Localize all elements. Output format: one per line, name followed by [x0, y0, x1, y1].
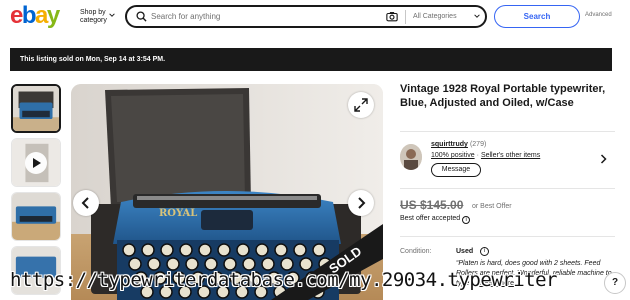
logo-letter: b	[21, 2, 37, 29]
thumb-typewriter-front[interactable]	[11, 84, 61, 133]
seller-other-items-link[interactable]: Seller's other items	[481, 152, 540, 159]
sold-banner: This listing sold on Mon, Sep 14 at 3:54…	[10, 48, 612, 71]
info-icon[interactable]: i	[480, 247, 489, 256]
condition-value: Used	[456, 248, 474, 255]
best-offer-accepted: Best offer accepted i	[400, 214, 471, 224]
seller-info: squirttrudy (279)	[431, 140, 486, 149]
separator-dot: ·	[476, 152, 479, 159]
typewriter-side-thumbnail-image	[12, 193, 60, 240]
message-seller-button[interactable]: Message	[431, 163, 481, 177]
logo-letter: y	[46, 2, 60, 29]
advanced-search-link[interactable]: Advanced	[585, 12, 612, 18]
logo-letter: e	[10, 2, 23, 29]
shop-by-category-label: Shop by category	[80, 9, 107, 24]
chevron-left-icon	[81, 197, 89, 209]
divider	[400, 131, 615, 132]
item-title: Vintage 1928 Royal Portable typewriter, …	[400, 83, 606, 109]
seller-avatar[interactable]	[400, 144, 422, 170]
previous-image-button[interactable]	[73, 190, 99, 216]
seller-name-link[interactable]: squirttrudy	[431, 141, 468, 148]
seller-feedback-count: (279)	[469, 141, 487, 148]
search-icon	[136, 11, 147, 22]
search-bar[interactable]: Search for anything All Categories	[125, 5, 487, 28]
camera-icon[interactable]	[386, 11, 398, 22]
thumb-typewriter-side[interactable]	[11, 192, 61, 241]
ebay-logo[interactable]: ebay	[10, 2, 60, 29]
logo-letter: a	[35, 2, 48, 29]
info-icon[interactable]: i	[462, 216, 471, 224]
chevron-down-icon	[109, 13, 115, 17]
expand-icon	[354, 98, 368, 112]
condition-label: Condition:	[400, 248, 432, 255]
category-select[interactable]: All Categories	[413, 12, 457, 21]
header: ebay Shop by category Search for anythin…	[0, 0, 630, 36]
play-icon	[25, 152, 47, 174]
chevron-right-icon	[358, 197, 366, 209]
positive-feedback-link[interactable]: 100% positive	[431, 152, 475, 159]
divider	[400, 236, 615, 237]
best-offer-accepted-label: Best offer accepted	[400, 215, 461, 222]
search-input[interactable]: Search for anything	[151, 11, 220, 22]
item-price: US $145.00	[400, 198, 464, 212]
search-divider	[405, 10, 406, 24]
thumb-video[interactable]	[11, 138, 61, 187]
expand-image-button[interactable]	[348, 92, 374, 118]
seller-feedback: 100% positive · Seller's other items	[431, 151, 540, 160]
typewriter-thumbnail-image	[13, 86, 59, 131]
chevron-right-icon[interactable]	[600, 154, 607, 164]
url-watermark: https://typewriterdatabase.com/my.29034.…	[10, 269, 557, 291]
help-button[interactable]: ?	[604, 272, 626, 294]
next-image-button[interactable]	[348, 190, 374, 216]
chevron-down-icon	[474, 14, 480, 18]
shop-by-category-button[interactable]: Shop by category	[80, 9, 120, 25]
divider	[400, 188, 615, 189]
best-offer-note: or Best Offer	[472, 203, 512, 210]
search-button[interactable]: Search	[494, 5, 580, 28]
